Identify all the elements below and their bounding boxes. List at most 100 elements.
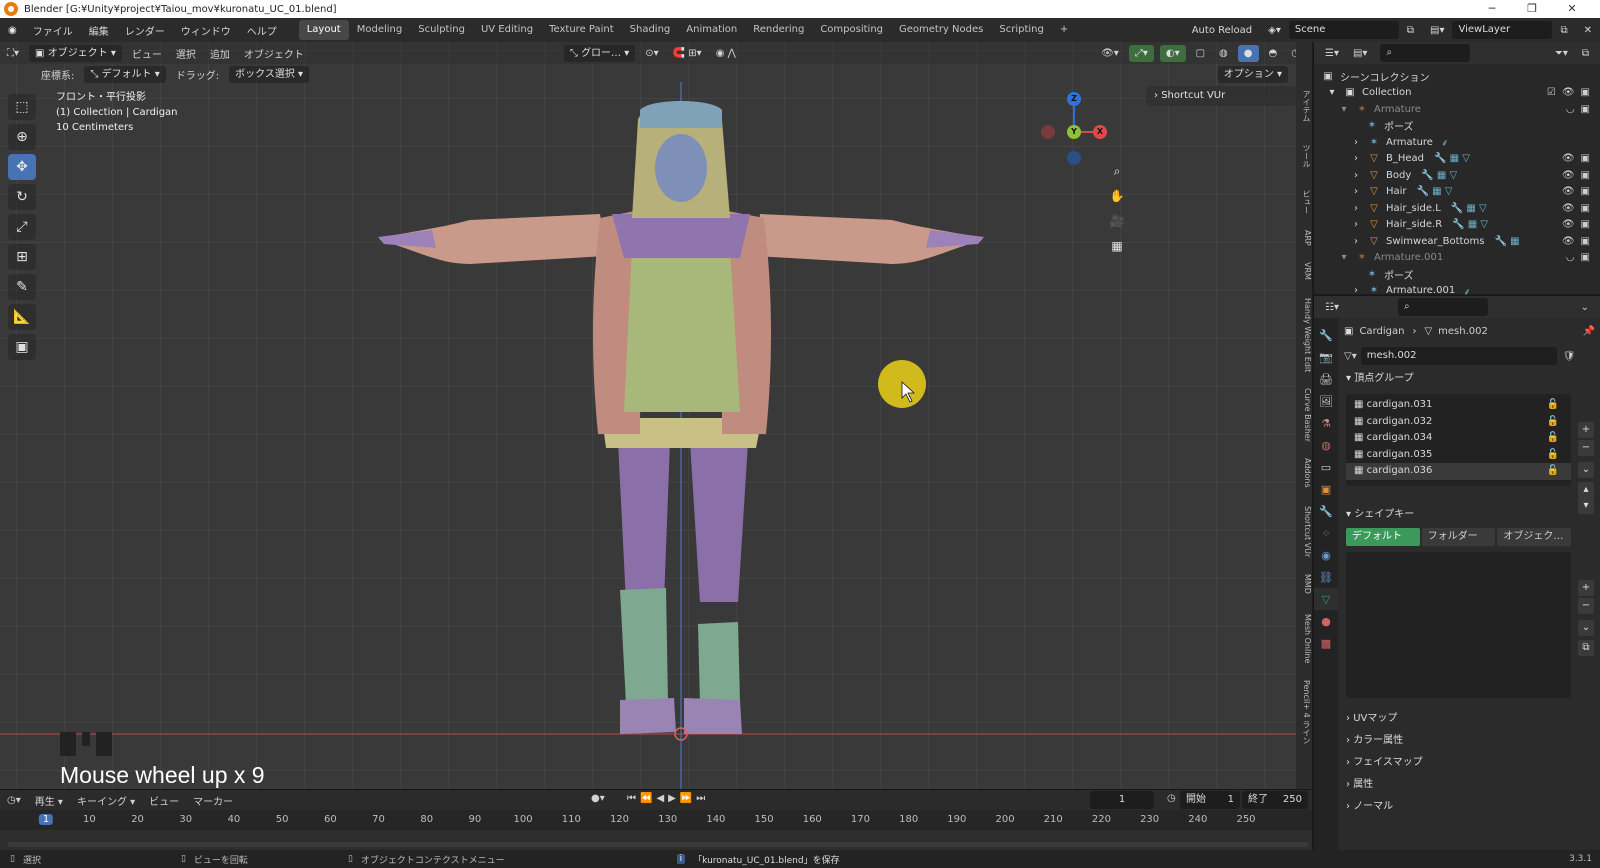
view-layer-field[interactable]: ViewLayer bbox=[1452, 21, 1553, 39]
shape-key-specials-button[interactable]: ⌄ bbox=[1578, 620, 1594, 636]
collection-tab-icon[interactable]: ▭ bbox=[1314, 456, 1338, 478]
vertex-group-specials-button[interactable]: ⌄ bbox=[1578, 462, 1594, 478]
view-layer-tab-icon[interactable]: 🖼 bbox=[1314, 390, 1338, 412]
gizmo-z-icon[interactable]: Z bbox=[1067, 92, 1081, 106]
pin-icon[interactable]: 📌 bbox=[1583, 326, 1595, 337]
outliner-editor-icon[interactable]: ☰▾ bbox=[1318, 48, 1346, 59]
outliner-row[interactable]: › ▽ Hair_side.L 🔧 ▦ ▽ 👁 ▣ bbox=[1314, 200, 1600, 217]
camera-icon[interactable]: ▣ bbox=[1581, 186, 1590, 197]
tab-scripting[interactable]: Scripting bbox=[991, 20, 1051, 40]
timeline-view-menu[interactable]: ビュー bbox=[142, 793, 186, 808]
move-up-button[interactable]: ▴ bbox=[1578, 482, 1594, 498]
vertex-groups-header[interactable]: ▾ 頂点グループ bbox=[1340, 368, 1600, 390]
side-tab-pencil[interactable]: Pencil+ 4 ライン bbox=[1296, 680, 1312, 744]
camera-icon[interactable]: ▣ bbox=[1581, 236, 1590, 247]
transform-orientation-dropdown[interactable]: ⤡ グロー… ▾ bbox=[563, 44, 636, 62]
shading-solid-icon[interactable]: ● bbox=[1237, 44, 1259, 62]
scene-tab-icon[interactable]: ⚗ bbox=[1314, 412, 1338, 434]
fake-user-icon[interactable]: 🛡 bbox=[1563, 351, 1576, 362]
expand-arrow-icon[interactable]: ▾ bbox=[1338, 104, 1350, 115]
tab-modeling[interactable]: Modeling bbox=[349, 20, 411, 40]
new-view-layer-icon[interactable]: ⧉ bbox=[1552, 25, 1575, 36]
scene-icon[interactable]: ◈▾ bbox=[1260, 25, 1289, 36]
list-item[interactable]: ▦ cardigan.034 🔓 bbox=[1346, 430, 1571, 447]
render-tab-icon[interactable]: 📷 bbox=[1314, 346, 1338, 368]
properties-options-icon[interactable]: ⌄ bbox=[1574, 302, 1596, 313]
texture-tab-icon[interactable]: ▩ bbox=[1314, 632, 1338, 654]
object-menu[interactable]: オブジェクト bbox=[237, 46, 311, 61]
camera-icon[interactable]: ▣ bbox=[1581, 219, 1590, 230]
shape-tab-folder[interactable]: フォルダー bbox=[1421, 528, 1496, 546]
view-menu[interactable]: ビュー bbox=[125, 46, 169, 61]
normals-header[interactable]: › ノーマル bbox=[1340, 796, 1600, 818]
outliner-row[interactable]: › ▽ Hair_side.R 🔧 ▦ ▽ 👁 ▣ bbox=[1314, 217, 1600, 234]
camera-icon[interactable]: ▣ bbox=[1581, 87, 1590, 98]
select-menu[interactable]: 選択 bbox=[169, 46, 203, 61]
select-box-tool-icon[interactable]: ⬚ bbox=[8, 94, 36, 120]
gizmo-neg-z-icon[interactable] bbox=[1067, 151, 1081, 165]
camera-icon[interactable]: ▣ bbox=[1581, 104, 1590, 115]
list-item[interactable]: ▦ cardigan.032 🔓 bbox=[1346, 414, 1571, 431]
eye-icon[interactable]: 👁 bbox=[1562, 153, 1575, 164]
add-cube-tool-icon[interactable]: ▣ bbox=[8, 334, 36, 360]
outliner-search-input[interactable]: ⌕ bbox=[1380, 44, 1471, 62]
zoom-icon[interactable]: ⌕ bbox=[1106, 160, 1128, 182]
gizmo-neg-x-icon[interactable] bbox=[1041, 125, 1055, 139]
outliner-row[interactable]: ✶ ポーズ bbox=[1314, 118, 1600, 135]
blender-menu-icon[interactable]: ◉ bbox=[0, 25, 25, 36]
restore-icon[interactable]: ❐ bbox=[1512, 0, 1552, 18]
side-tab-mesh-online[interactable]: Mesh Online bbox=[1296, 614, 1312, 663]
hidden-eye-icon[interactable]: ◡ bbox=[1566, 252, 1575, 263]
view-layer-icon[interactable]: ▤▾ bbox=[1422, 25, 1452, 36]
eye-icon[interactable]: 👁 bbox=[1562, 87, 1575, 98]
visibility-icon[interactable]: 👁▾ bbox=[1094, 48, 1126, 59]
side-tab-view[interactable]: ビュー bbox=[1296, 190, 1312, 214]
transform-tool-icon[interactable]: ⊞ bbox=[8, 244, 36, 270]
modifier-tab-icon[interactable]: 🔧 bbox=[1314, 500, 1338, 522]
list-item-selected[interactable]: ▦ cardigan.036 🔓 bbox=[1346, 463, 1571, 480]
shape-tab-default[interactable]: デフォルト bbox=[1346, 528, 1420, 546]
record-icon[interactable]: ●▾ bbox=[584, 793, 612, 804]
checkbox-icon[interactable]: ☑ bbox=[1547, 87, 1556, 98]
face-maps-header[interactable]: › フェイスマップ bbox=[1340, 752, 1600, 774]
proportional-editing-icon[interactable]: ◉ ⋀ bbox=[709, 48, 743, 59]
tool-tab-icon[interactable]: 🔧 bbox=[1314, 324, 1338, 346]
lock-icon[interactable]: 🔓 bbox=[1547, 430, 1559, 447]
move-tool-icon[interactable]: ✥ bbox=[8, 154, 36, 180]
add-shape-key-button[interactable]: + bbox=[1578, 580, 1594, 596]
shape-key-extra-button[interactable]: ⧉ bbox=[1578, 640, 1594, 656]
eye-icon[interactable]: 👁 bbox=[1562, 203, 1575, 214]
eye-icon[interactable]: 👁 bbox=[1562, 236, 1575, 247]
eye-icon[interactable]: 👁 bbox=[1562, 219, 1575, 230]
properties-search-input[interactable]: ⌕ bbox=[1397, 298, 1488, 316]
outliner-row[interactable]: ✶ ポーズ bbox=[1314, 266, 1600, 283]
rotate-tool-icon[interactable]: ↻ bbox=[8, 184, 36, 210]
expand-arrow-icon[interactable]: › bbox=[1350, 137, 1362, 148]
vertex-group-list[interactable]: ▦ cardigan.031 🔓 ▦ cardigan.032 🔓 ▦ cardig… bbox=[1346, 394, 1571, 486]
color-attributes-header[interactable]: › カラー属性 bbox=[1340, 730, 1600, 752]
marker-menu[interactable]: マーカー bbox=[186, 793, 240, 808]
hidden-eye-icon[interactable]: ◡ bbox=[1566, 104, 1575, 115]
outliner-row[interactable]: ▾ ✶ Armature ◡ ▣ bbox=[1314, 101, 1600, 118]
shortcut-vur-panel[interactable]: › Shortcut VUr bbox=[1146, 86, 1296, 106]
xray-icon[interactable]: ▢ bbox=[1189, 48, 1212, 59]
annotate-tool-icon[interactable]: ✎ bbox=[8, 274, 36, 300]
mesh-name-field[interactable]: mesh.002 bbox=[1360, 347, 1557, 365]
gizmo-toggle-icon[interactable]: ⤢▾ bbox=[1128, 44, 1154, 62]
object-tab-icon[interactable]: ▣ bbox=[1314, 478, 1338, 500]
scene-collection-row[interactable]: ▣ シーンコレクション bbox=[1314, 68, 1600, 85]
display-mode-icon[interactable]: ▤▾ bbox=[1346, 48, 1374, 59]
particles-tab-icon[interactable]: ⁘ bbox=[1314, 522, 1338, 544]
remove-shape-key-button[interactable]: − bbox=[1578, 598, 1594, 614]
snap-icon[interactable]: 🧲 ⊞▾ bbox=[666, 48, 709, 59]
timeline-editor-icon[interactable]: ◷▾ bbox=[0, 795, 28, 806]
tab-animation[interactable]: Animation bbox=[678, 20, 745, 40]
shape-tab-object[interactable]: オブジェク… bbox=[1497, 528, 1572, 546]
timeline-scrollbar[interactable] bbox=[8, 842, 1308, 847]
add-menu[interactable]: 追加 bbox=[203, 46, 237, 61]
camera-icon[interactable]: ▣ bbox=[1581, 252, 1590, 263]
cursor-tool-icon[interactable]: ⊕ bbox=[8, 124, 36, 150]
new-scene-icon[interactable]: ⧉ bbox=[1399, 25, 1422, 36]
menu-file[interactable]: ファイル bbox=[25, 23, 81, 38]
tab-compositing[interactable]: Compositing bbox=[812, 20, 891, 40]
